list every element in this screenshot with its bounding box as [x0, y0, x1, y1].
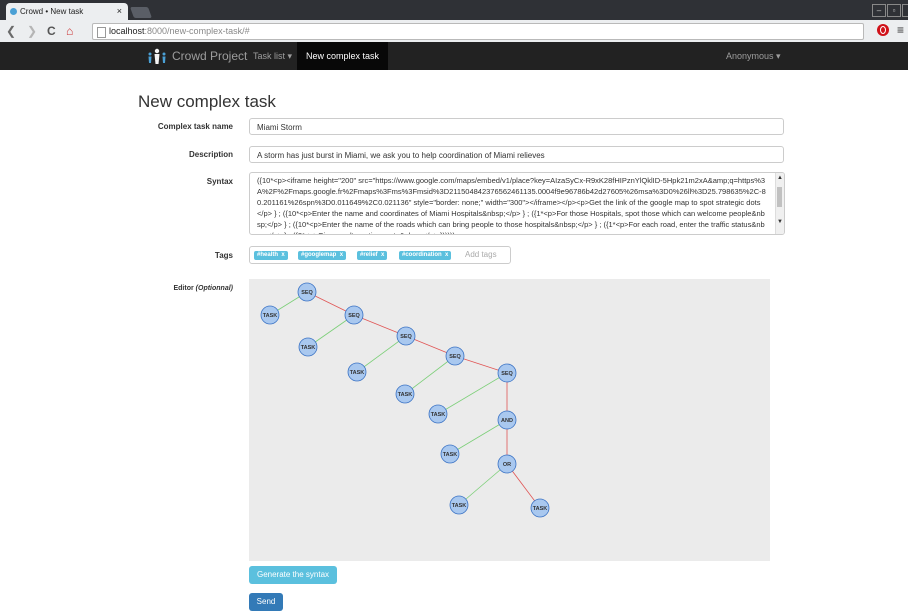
tree-node-and[interactable]: AND [497, 410, 517, 430]
syntax-text: ({10*<p><iframe height="200" src="https:… [257, 176, 766, 234]
tree-node-or[interactable]: OR [497, 454, 517, 474]
tree-node-task[interactable]: TASK [428, 404, 448, 424]
reload-icon[interactable]: C [47, 23, 56, 39]
tree-edge [437, 372, 508, 415]
browser-address-bar: ❮ ❯ C ⌂ localhost:8000/new-complex-task/… [0, 20, 908, 43]
page-title: New complex task [138, 92, 276, 111]
scroll-thumb[interactable] [777, 187, 782, 207]
tree-node-task[interactable]: TASK [347, 362, 367, 382]
tag-remove-icon[interactable]: x [381, 252, 384, 258]
tree-node-label: TASK [263, 313, 278, 319]
tree-edge [458, 463, 508, 506]
tree-node-label: TASK [533, 506, 548, 512]
tag-coordination[interactable]: #coordination x [399, 251, 452, 260]
tree-editor-canvas[interactable]: SEQ TASK SEQ TASK SEQ TASK SEQ TASK SEQ TASK AND TA… [249, 279, 770, 561]
tree-node-label: SEQ [400, 334, 412, 340]
scroll-up-icon[interactable]: ▲ [776, 173, 784, 184]
tree-node-label: TASK [350, 370, 365, 376]
tree-node-label: SEQ [348, 313, 360, 319]
tab-title: Crowd • New task [20, 7, 84, 16]
opera-icon[interactable] [877, 24, 889, 36]
tree-node-label: SEQ [501, 371, 513, 377]
url-path: :8000/new-complex-task/# [144, 26, 250, 36]
tree-node-seq[interactable]: SEQ [297, 282, 317, 302]
browser-tab-bar: Crowd • New task × – ▫ [0, 0, 908, 20]
tag-googlemap[interactable]: #googlemap x [298, 251, 347, 260]
menu-icon[interactable]: ≡ [897, 23, 904, 37]
nav-user-dropdown[interactable]: Anonymous ▾ [726, 42, 781, 70]
syntax-label: Syntax [206, 177, 233, 186]
crowd-logo-icon[interactable] [145, 48, 169, 64]
maximize-window-icon[interactable]: ▫ [887, 4, 901, 17]
syntax-scrollbar[interactable]: ▲ ▼ [775, 173, 784, 234]
tree-node-seq[interactable]: SEQ [497, 363, 517, 383]
tree-node-task[interactable]: TASK [530, 498, 550, 518]
page-icon [97, 27, 106, 38]
nav-new-complex-task[interactable]: New complex task [297, 42, 389, 70]
generate-syntax-button[interactable]: Generate the syntax [249, 566, 337, 584]
tree-node-label: TASK [452, 503, 467, 509]
tree-node-label: SEQ [301, 290, 313, 296]
url-text: localhost:8000/new-complex-task/# [109, 24, 250, 39]
close-window-icon[interactable] [902, 4, 908, 17]
tree-node-label: TASK [398, 392, 413, 398]
tree-node-label: TASK [301, 345, 316, 351]
tree-node-label: AND [501, 418, 513, 424]
tag-text: #relief [360, 252, 378, 258]
tree-node-label: SEQ [449, 354, 461, 360]
tag-remove-icon[interactable]: x [445, 252, 448, 258]
minimize-window-icon[interactable]: – [872, 4, 886, 17]
tree-node-label: OR [503, 462, 511, 468]
tag-relief[interactable]: #relief x [357, 251, 388, 260]
tag-remove-icon[interactable]: x [340, 252, 343, 258]
tag-text: #googlemap [301, 252, 337, 258]
tab-favicon-icon [10, 8, 17, 15]
tree-node-task[interactable]: TASK [298, 337, 318, 357]
new-tab-button[interactable] [129, 7, 153, 18]
tag-remove-icon[interactable]: x [281, 252, 284, 258]
tree-node-task[interactable]: TASK [449, 495, 469, 515]
tags-label: Tags [214, 251, 233, 260]
tag-health[interactable]: #health x [254, 251, 288, 260]
forward-arrow-icon[interactable]: ❯ [27, 23, 37, 39]
brand-title[interactable]: Crowd Project [172, 42, 247, 70]
syntax-textarea[interactable]: ({10*<p><iframe height="200" src="https:… [249, 172, 785, 235]
tags-input[interactable]: #health x #googlemap x #relief x #coordi… [249, 246, 511, 264]
send-button[interactable]: Send [249, 593, 283, 611]
tree-node-seq[interactable]: SEQ [396, 326, 416, 346]
editor-label-optional: (Optionnal) [195, 285, 233, 292]
description-input[interactable]: A storm has just burst in Miami, we ask … [249, 146, 784, 163]
browser-tab[interactable]: Crowd • New task × [6, 3, 128, 20]
tree-node-seq[interactable]: SEQ [344, 305, 364, 325]
tree-node-task[interactable]: TASK [260, 305, 280, 325]
nav-task-list-dropdown[interactable]: Task list ▾ [246, 42, 299, 70]
tree-edge [449, 419, 508, 455]
url-host: localhost [109, 26, 145, 36]
tree-node-seq[interactable]: SEQ [445, 346, 465, 366]
tree-node-label: TASK [431, 412, 446, 418]
app-navbar: Crowd Project Task list ▾ New complex ta… [0, 42, 908, 70]
tree-node-task[interactable]: TASK [395, 384, 415, 404]
scroll-down-icon[interactable]: ▼ [776, 217, 784, 228]
editor-label: Editor (Optionnal) [0, 285, 233, 292]
complex-task-name-input[interactable]: Miami Storm [249, 118, 784, 135]
tree-edge [404, 355, 456, 395]
tree-node-task[interactable]: TASK [440, 444, 460, 464]
back-arrow-icon[interactable]: ❮ [6, 23, 16, 39]
tree-node-label: TASK [443, 452, 458, 458]
complex-task-name-label: Complex task name [157, 122, 233, 131]
tree-diagram[interactable]: SEQ TASK SEQ TASK SEQ TASK SEQ TASK SEQ TASK AND TA… [249, 279, 770, 561]
tab-close-icon[interactable]: × [117, 3, 122, 20]
home-icon[interactable]: ⌂ [66, 23, 73, 39]
add-tags-placeholder[interactable]: Add tags [465, 247, 497, 263]
tag-text: #health [257, 252, 279, 258]
description-label: Description [188, 150, 233, 159]
editor-label-text: Editor [173, 285, 194, 292]
tag-text: #coordination [402, 252, 442, 258]
url-input[interactable]: localhost:8000/new-complex-task/# [92, 23, 864, 40]
